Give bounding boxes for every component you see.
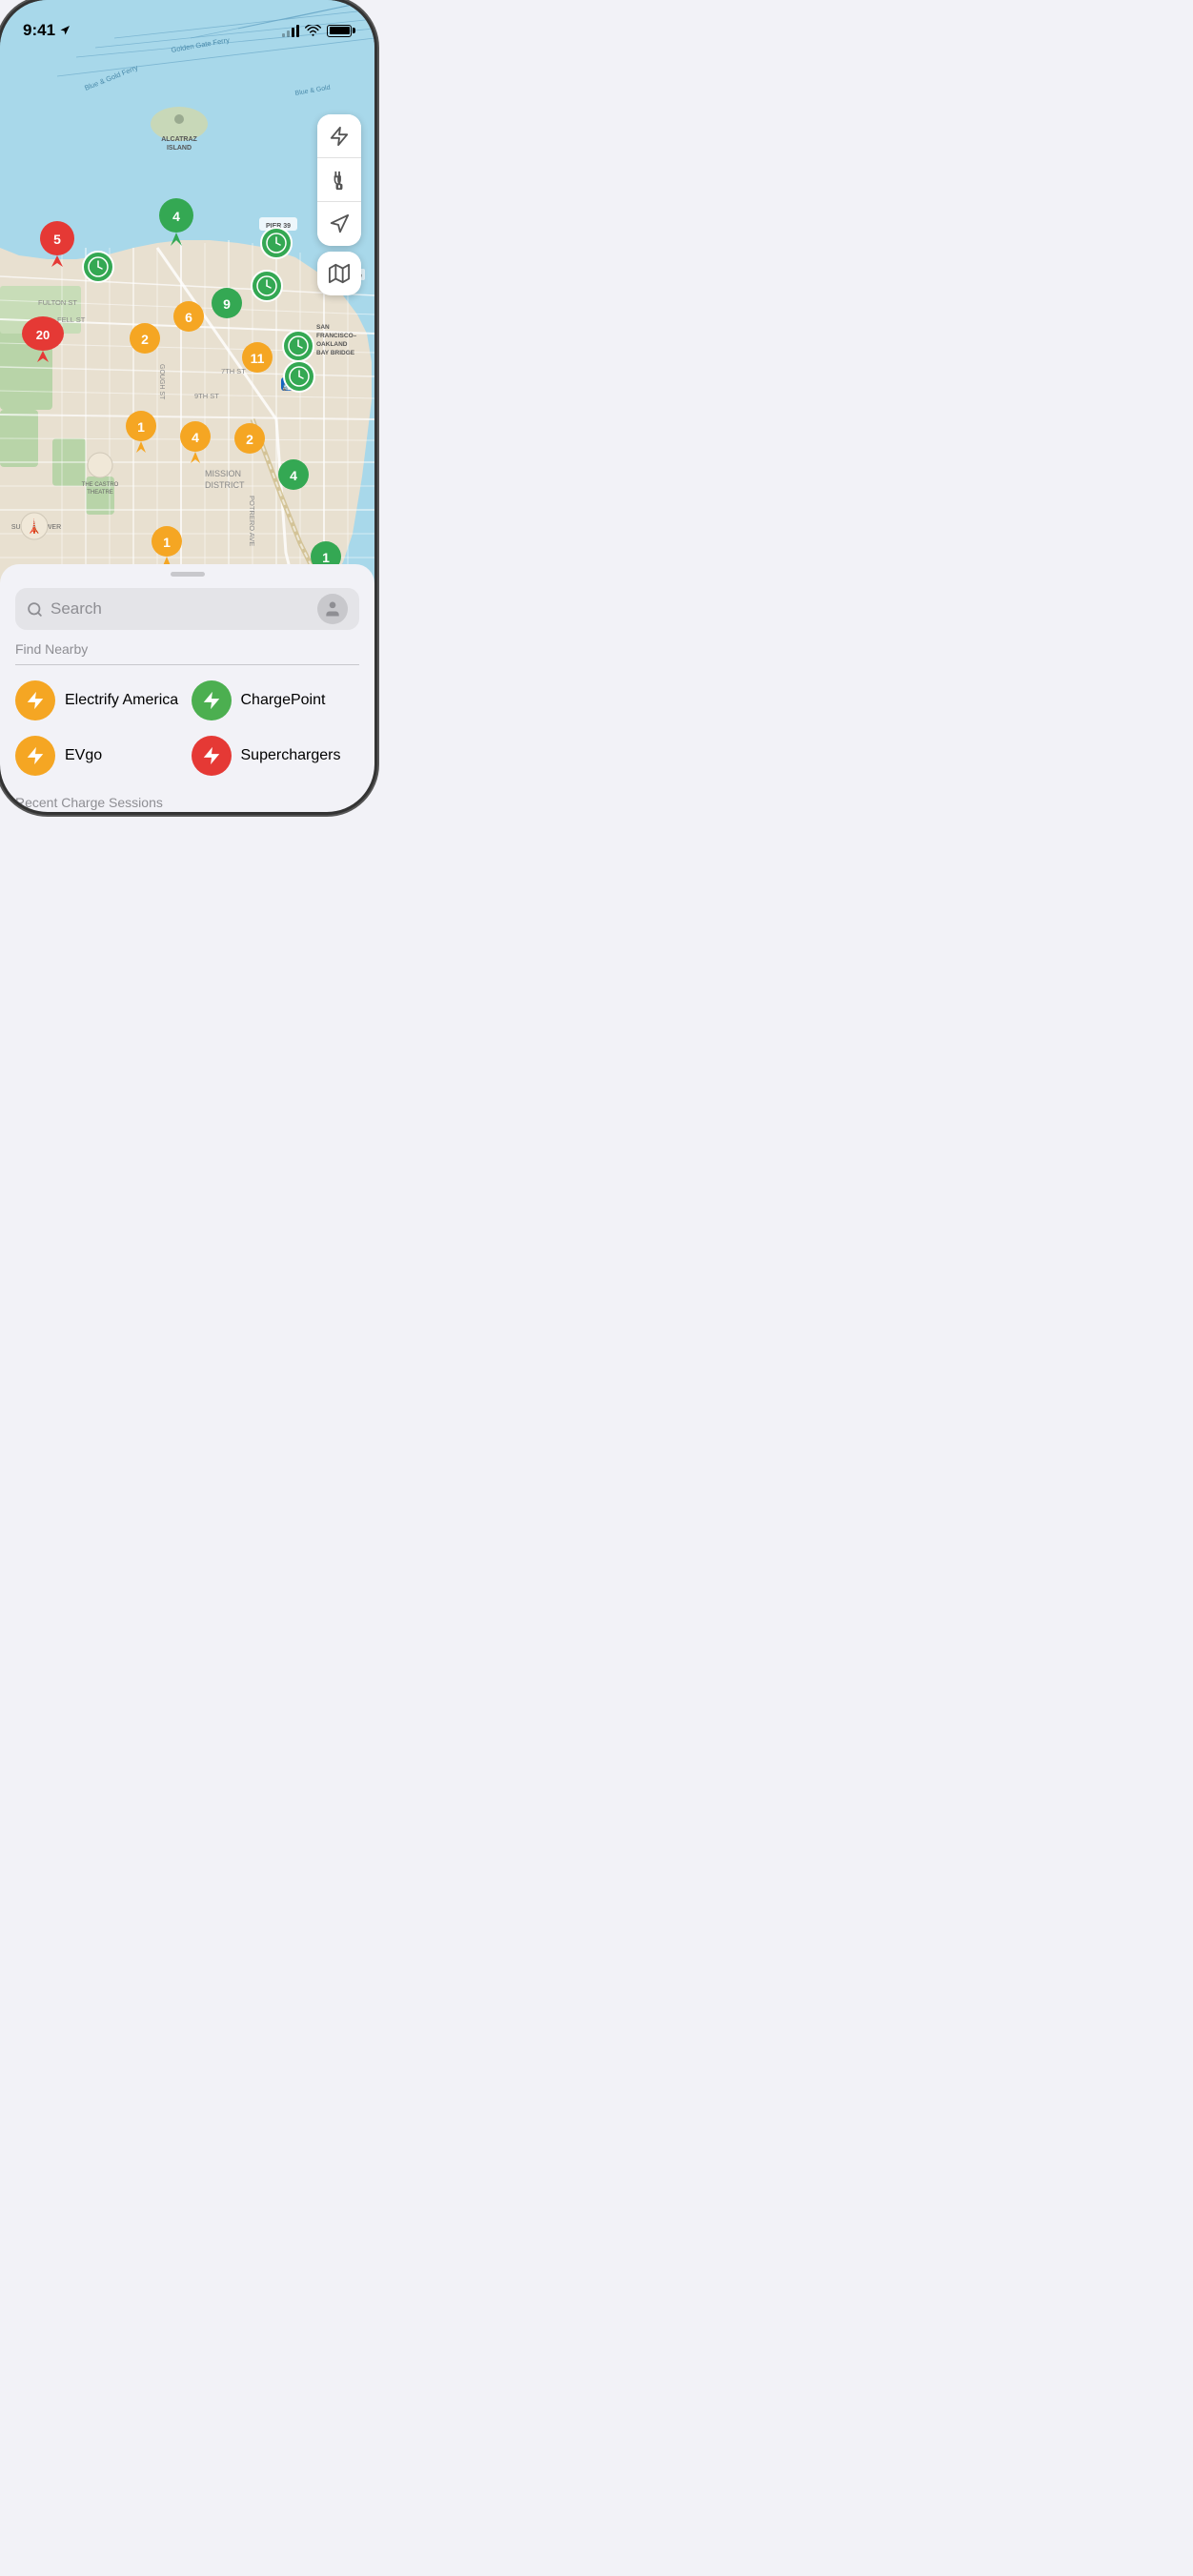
svg-text:ISLAND: ISLAND: [167, 145, 192, 152]
search-placeholder[interactable]: Search: [51, 599, 310, 619]
location-arrow-icon: [59, 25, 71, 36]
network-superchargers[interactable]: Superchargers: [192, 732, 360, 780]
svg-text:7TH ST: 7TH ST: [221, 367, 246, 375]
chargepoint-name: ChargePoint: [241, 692, 326, 709]
battery-fill: [330, 27, 350, 34]
flash-filter-button[interactable]: [317, 114, 361, 158]
status-bar: 9:41: [0, 0, 374, 48]
evgo-name: EVgo: [65, 747, 102, 764]
svg-text:1: 1: [322, 550, 330, 565]
bottom-panel: Search Find Nearby Electrify America: [0, 564, 374, 812]
svg-text:THEATRE: THEATRE: [87, 490, 113, 496]
evgo-icon: [15, 736, 55, 776]
svg-text:DISTRICT: DISTRICT: [205, 480, 245, 490]
search-icon: [27, 601, 43, 618]
battery-icon: [327, 25, 352, 37]
svg-text:FRANCISCO–: FRANCISCO–: [316, 333, 357, 339]
user-avatar[interactable]: [317, 594, 348, 624]
signal-bar-2: [287, 30, 290, 37]
signal-icon: [282, 24, 299, 37]
svg-text:FULTON ST: FULTON ST: [38, 298, 77, 307]
svg-text:POTRERO AVE: POTRERO AVE: [248, 496, 256, 546]
electrify-america-icon: [15, 680, 55, 720]
phone-frame: ALCATRAZ ISLAND PIER 39 Blue & Gold Ferr…: [0, 0, 374, 812]
svg-text:SAN: SAN: [316, 324, 330, 331]
svg-text:2: 2: [141, 332, 149, 347]
svg-text:1: 1: [163, 535, 171, 550]
svg-text:THE CASTRO: THE CASTRO: [82, 482, 119, 488]
signal-bar-1: [282, 33, 285, 37]
svg-text:1: 1: [137, 419, 145, 435]
wifi-icon: [305, 25, 321, 37]
bolt-icon-evgo: [25, 745, 46, 766]
svg-text:ALCATRAZ: ALCATRAZ: [161, 136, 197, 143]
map-view-controls: [317, 252, 361, 295]
svg-text:20: 20: [36, 328, 50, 342]
network-chargepoint[interactable]: ChargePoint: [192, 677, 360, 724]
svg-text:4: 4: [290, 468, 297, 483]
bolt-icon-ea: [25, 690, 46, 711]
chargepoint-icon: [192, 680, 232, 720]
svg-text:5: 5: [53, 232, 61, 247]
location-button[interactable]: [317, 202, 361, 246]
svg-text:FELL ST: FELL ST: [57, 315, 86, 324]
electrify-america-name: Electrify America: [65, 692, 178, 709]
svg-text:9: 9: [223, 296, 231, 312]
svg-text:11: 11: [251, 351, 265, 366]
signal-bar-4: [296, 25, 299, 37]
map-area[interactable]: ALCATRAZ ISLAND PIER 39 Blue & Gold Ferr…: [0, 0, 374, 591]
svg-text:MISSION: MISSION: [205, 469, 241, 478]
map-view-button[interactable]: [317, 252, 361, 295]
bolt-icon-cp: [201, 690, 222, 711]
time-text: 9:41: [23, 21, 55, 40]
signal-bar-3: [292, 28, 294, 37]
svg-text:BAY BRIDGE: BAY BRIDGE: [316, 350, 355, 356]
svg-text:4: 4: [172, 209, 180, 224]
find-nearby-label: Find Nearby: [0, 630, 374, 664]
supercharger-icon: [192, 736, 232, 776]
network-grid: Electrify America ChargePoint EVgo: [0, 665, 374, 780]
plug-filter-button[interactable]: [317, 158, 361, 202]
svg-text:🗼: 🗼: [26, 517, 42, 535]
search-bar[interactable]: Search: [15, 588, 359, 630]
network-evgo[interactable]: EVgo: [15, 732, 184, 780]
network-electrify-america[interactable]: Electrify America: [15, 677, 184, 724]
svg-text:4: 4: [192, 430, 199, 445]
user-icon: [323, 599, 342, 619]
map-controls: [317, 114, 361, 295]
status-time: 9:41: [23, 21, 71, 40]
filter-controls: [317, 114, 361, 246]
svg-text:9TH ST: 9TH ST: [194, 392, 219, 400]
svg-text:OAKLAND: OAKLAND: [316, 341, 348, 348]
drag-handle[interactable]: [171, 572, 205, 577]
recent-sessions-label: Recent Charge Sessions: [0, 780, 374, 813]
svg-text:GOUGH ST: GOUGH ST: [158, 364, 165, 400]
status-indicators: [282, 24, 352, 37]
svg-text:6: 6: [185, 310, 192, 325]
supercharger-name: Superchargers: [241, 747, 341, 764]
bolt-icon-sc: [201, 745, 222, 766]
svg-text:2: 2: [246, 432, 253, 447]
